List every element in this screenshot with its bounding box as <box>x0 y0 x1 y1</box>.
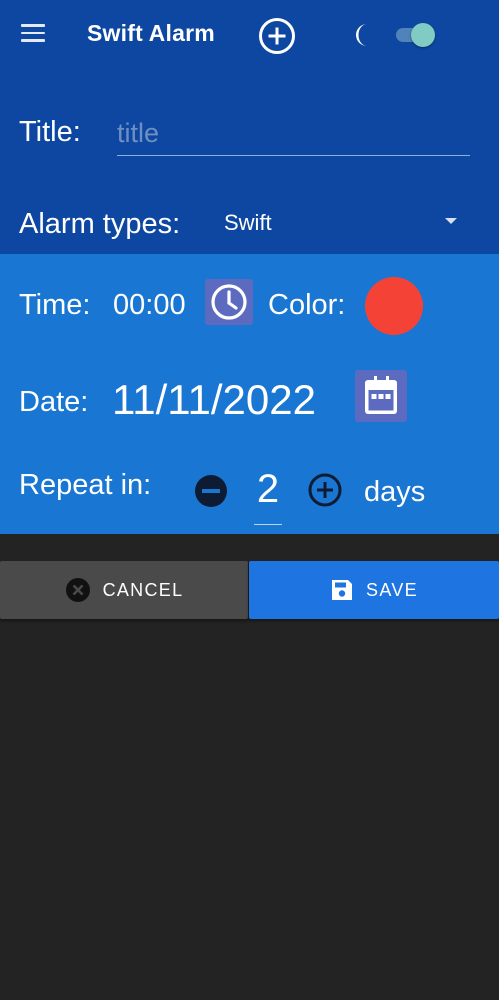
increment-button[interactable] <box>307 472 343 508</box>
title-label: Title: <box>19 116 81 148</box>
minus-circle-icon <box>193 473 229 509</box>
app-bar: Swift Alarm <box>0 0 499 70</box>
save-button[interactable]: SAVE <box>249 561 499 619</box>
add-circle-outline-icon <box>307 472 343 508</box>
alarm-type-dropdown[interactable]: Swift <box>224 206 464 242</box>
app-title: Swift Alarm <box>87 20 215 46</box>
time-picker-button[interactable] <box>205 279 253 325</box>
form-top-section: Title: Alarm types: Swift <box>0 70 499 254</box>
cancel-button-label: CANCEL <box>102 579 184 600</box>
decrement-button[interactable] <box>193 473 229 509</box>
dark-mode-toggle[interactable] <box>394 22 438 48</box>
date-label: Date: <box>19 386 89 418</box>
time-value: 00:00 <box>113 289 186 321</box>
cancel-button[interactable]: CANCEL <box>0 561 248 619</box>
form-bottom-section: Time: 00:00 Color: Date: 11/11/2022 Repe… <box>0 254 499 534</box>
repeat-unit: days <box>364 476 426 508</box>
toggle-thumb <box>411 23 435 47</box>
cancel-icon <box>65 577 91 603</box>
add-circle-icon[interactable] <box>258 17 296 55</box>
title-input[interactable] <box>117 112 470 156</box>
repeat-interval-input[interactable]: 2 <box>254 467 282 525</box>
alarm-types-label: Alarm types: <box>19 208 181 240</box>
date-picker-button[interactable] <box>355 370 407 422</box>
color-picker-swatch[interactable] <box>365 277 423 335</box>
color-label: Color: <box>268 289 346 321</box>
menu-icon[interactable] <box>21 24 47 44</box>
dropdown-arrow-icon <box>445 218 457 224</box>
calendar-icon <box>361 375 401 417</box>
alarm-type-selected: Swift <box>224 210 272 235</box>
date-value: 11/11/2022 <box>112 376 316 423</box>
repeat-label: Repeat in: <box>19 469 152 501</box>
time-label: Time: <box>19 289 91 321</box>
save-button-label: SAVE <box>366 579 418 600</box>
clock-icon <box>209 282 249 322</box>
moon-icon <box>352 22 376 48</box>
save-icon <box>330 578 354 602</box>
